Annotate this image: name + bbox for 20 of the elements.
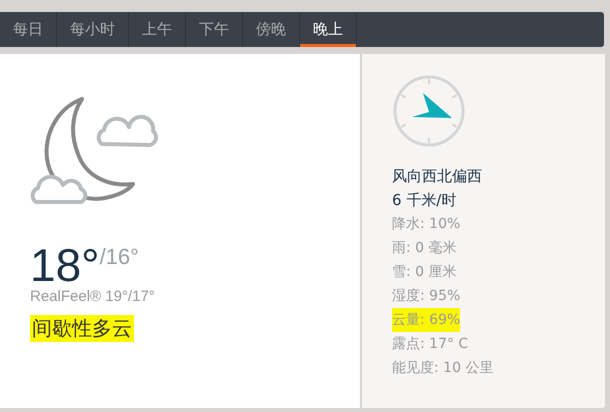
detail-text: 降水: 10% bbox=[392, 215, 460, 234]
wind-direction: 风向西北偏西 bbox=[392, 166, 483, 187]
low-temperature: /16° bbox=[100, 244, 139, 270]
weather-description: 间歇性多云 bbox=[30, 315, 134, 342]
tab[interactable]: 晚上 bbox=[300, 12, 357, 47]
tab[interactable]: 傍晚 bbox=[243, 12, 300, 47]
detail-text: 雪: 0 厘米 bbox=[392, 263, 457, 282]
detail-text: 湿度: 95% bbox=[392, 287, 460, 306]
tab[interactable]: 每日 bbox=[0, 12, 57, 47]
temperature: 18° bbox=[30, 242, 100, 288]
tab[interactable]: 下午 bbox=[186, 12, 243, 47]
detail-text: 露点: 17° C bbox=[392, 335, 468, 354]
detail-text: 雨: 0 毫米 bbox=[392, 239, 457, 258]
wind-compass-icon bbox=[392, 74, 466, 148]
realfeel-text: RealFeel® 19°/17° bbox=[30, 288, 156, 305]
tab[interactable]: 上午 bbox=[129, 12, 186, 47]
wind-speed: 6 千米/时 bbox=[392, 190, 458, 211]
detail-text: 云量: 69% bbox=[392, 308, 460, 332]
tab[interactable]: 每小时 bbox=[57, 12, 129, 47]
detail-text: 能见度: 10 公里 bbox=[392, 359, 494, 378]
